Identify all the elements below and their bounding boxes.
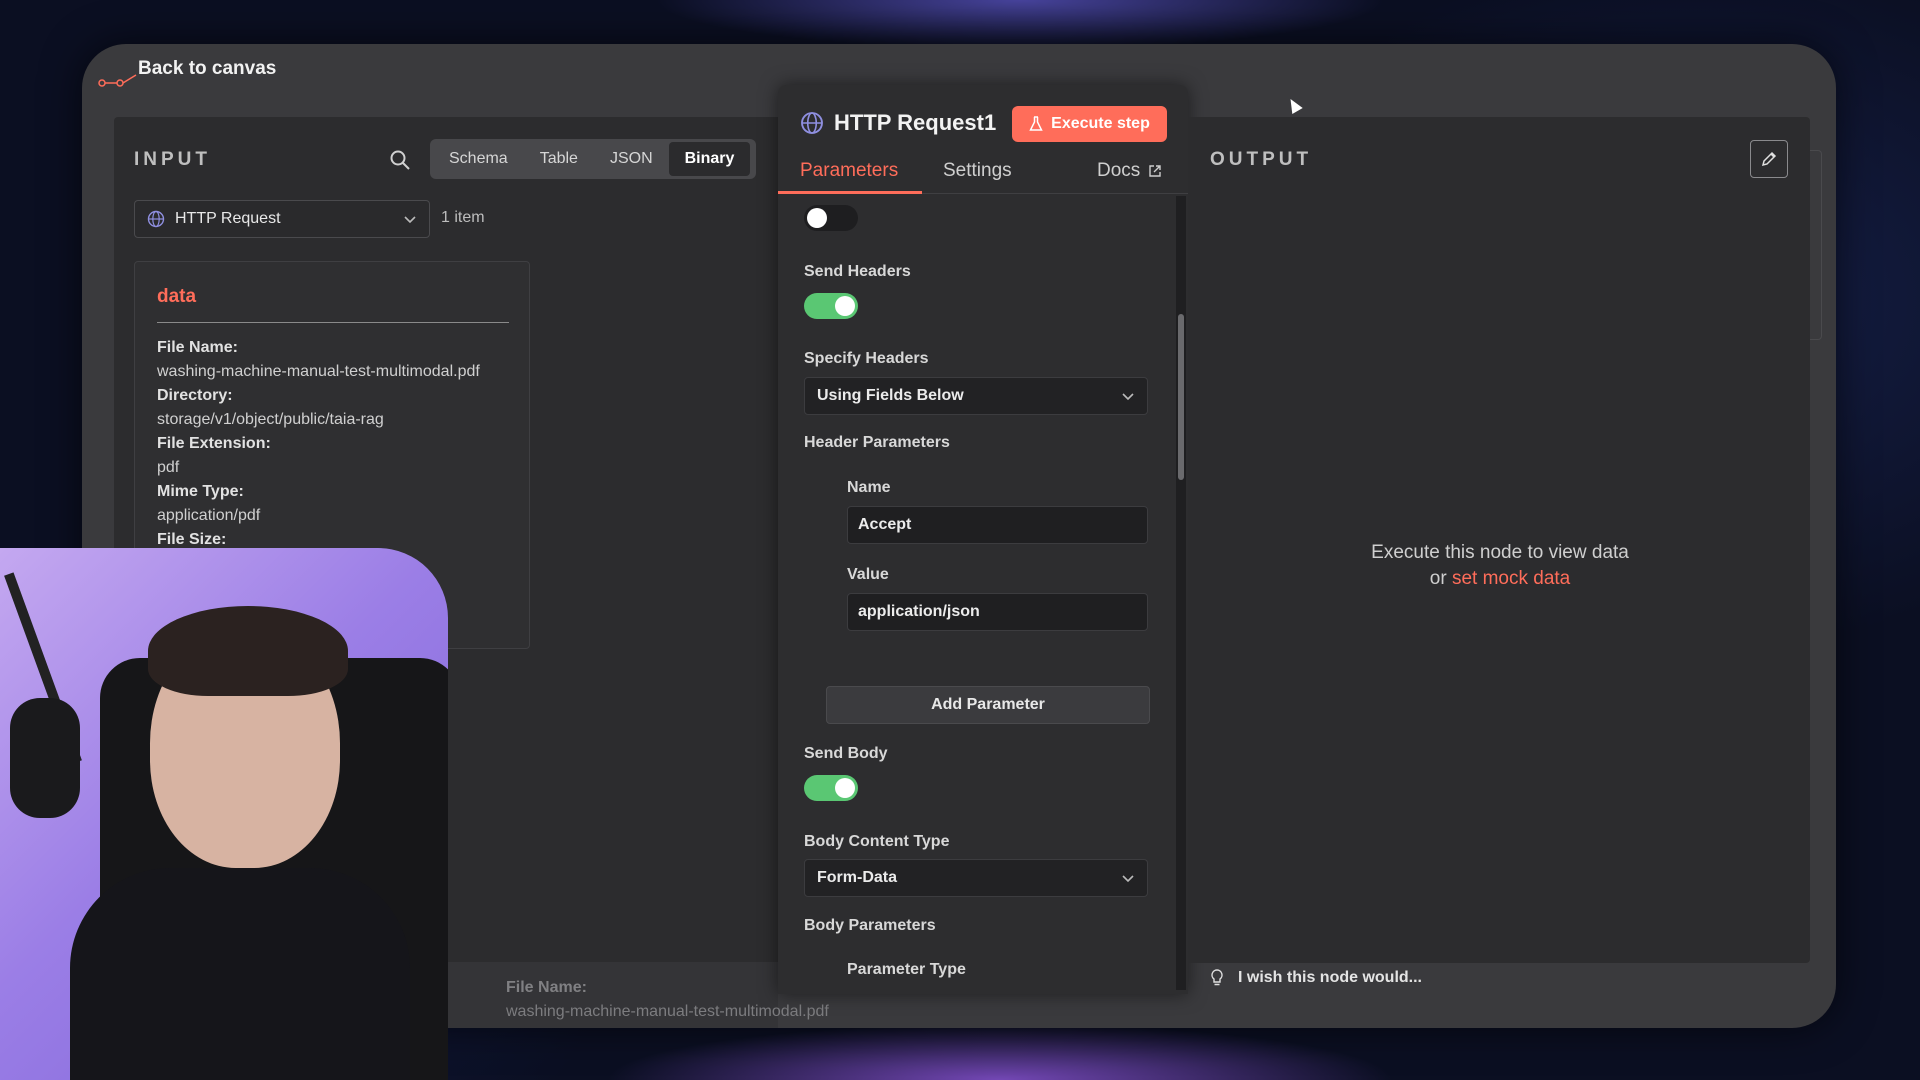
webcam-overlay (0, 548, 448, 1080)
field-key-directory: Directory: (157, 387, 233, 404)
field-key-file-extension: File Extension: (157, 435, 271, 452)
empty-state-line: Execute this node to view data (1371, 542, 1629, 563)
side-panel-edge (1810, 150, 1822, 340)
workflow-connector-icon (98, 74, 137, 87)
execute-step-label: Execute step (1051, 115, 1150, 132)
output-empty-state: Execute this node to view data or set mo… (1300, 540, 1700, 592)
send-headers-label: Send Headers (804, 263, 911, 280)
node-title: HTTP Request1 (800, 110, 996, 136)
previous-option-toggle[interactable] (804, 205, 858, 231)
binary-card-title: data (157, 286, 197, 307)
header-name-input[interactable]: Accept (847, 506, 1148, 544)
input-node-select[interactable]: HTTP Request (134, 200, 430, 238)
empty-state-or: or (1429, 568, 1447, 589)
globe-icon (147, 210, 165, 228)
tab-parameters[interactable]: Parameters (800, 160, 898, 182)
body-content-type-value: Form-Data (817, 869, 898, 886)
tab-docs[interactable]: Docs (1097, 160, 1162, 182)
field-value-file-extension: pdf (157, 459, 180, 476)
active-tab-indicator (778, 191, 922, 194)
body-parameters-label: Body Parameters (804, 917, 936, 934)
parameter-type-label: Parameter Type (847, 961, 966, 978)
specify-headers-label: Specify Headers (804, 350, 929, 367)
flask-icon (1029, 116, 1043, 131)
header-parameters-label: Header Parameters (804, 434, 950, 451)
card-divider (157, 322, 509, 323)
send-body-label: Send Body (804, 745, 888, 762)
back-to-canvas-label: Back to canvas (138, 58, 277, 79)
tab-schema[interactable]: Schema (433, 142, 524, 176)
node-title-text[interactable]: HTTP Request1 (834, 110, 996, 136)
header-value-label: Value (847, 566, 889, 583)
parameters-scrollbar-thumb[interactable] (1178, 314, 1184, 480)
specify-headers-select[interactable]: Using Fields Below (804, 377, 1148, 415)
item-count: 1 item (441, 209, 485, 226)
microphone (10, 698, 80, 818)
pencil-icon (1761, 151, 1777, 167)
field-key-file-name: File Name: (157, 339, 238, 356)
send-body-toggle[interactable] (804, 775, 858, 801)
output-panel-title: OUTPUT (1210, 149, 1313, 170)
body-content-type-select[interactable]: Form-Data (804, 859, 1148, 897)
globe-icon (801, 112, 823, 134)
tab-settings[interactable]: Settings (943, 160, 1012, 182)
field-key-mime-type: Mime Type: (157, 483, 244, 500)
search-icon[interactable] (388, 148, 412, 172)
execute-step-button[interactable]: Execute step (1012, 106, 1167, 142)
set-mock-data-link[interactable]: set mock data (1452, 568, 1570, 589)
input-view-tabs: Schema Table JSON Binary (430, 139, 756, 179)
tab-table[interactable]: Table (524, 142, 594, 176)
back-to-canvas-link[interactable]: Back to canvas (138, 58, 276, 80)
tab-json[interactable]: JSON (594, 142, 669, 176)
input-panel-title: INPUT (134, 149, 211, 170)
add-parameter-button[interactable]: Add Parameter (826, 686, 1150, 724)
lightbulb-icon (1211, 969, 1223, 986)
input-node-select-value: HTTP Request (175, 210, 281, 227)
edit-output-button[interactable] (1750, 140, 1788, 178)
body-content-type-label: Body Content Type (804, 833, 950, 850)
chevron-down-icon (404, 216, 416, 224)
bottom-file-value: washing-machine-manual-test-multimodal.p… (506, 1003, 829, 1020)
field-value-file-name: washing-machine-manual-test-multimodal.p… (157, 363, 480, 380)
send-headers-toggle[interactable] (804, 293, 858, 319)
docs-label: Docs (1097, 160, 1141, 181)
feedback-prompt[interactable]: I wish this node would... (1210, 969, 1422, 987)
chevron-down-icon (1122, 875, 1134, 883)
specify-headers-value: Using Fields Below (817, 387, 964, 404)
external-link-icon (1149, 165, 1161, 177)
field-value-directory: storage/v1/object/public/taia-rag (157, 411, 384, 428)
field-value-mime-type: application/pdf (157, 507, 261, 524)
binary-field-list: File Name: washing-machine-manual-test-m… (157, 336, 480, 552)
chevron-down-icon (1122, 393, 1134, 401)
header-name-label: Name (847, 479, 891, 496)
header-value-input[interactable]: application/json (847, 593, 1148, 631)
tab-binary[interactable]: Binary (668, 142, 751, 176)
feedback-prompt-label: I wish this node would... (1238, 969, 1422, 986)
